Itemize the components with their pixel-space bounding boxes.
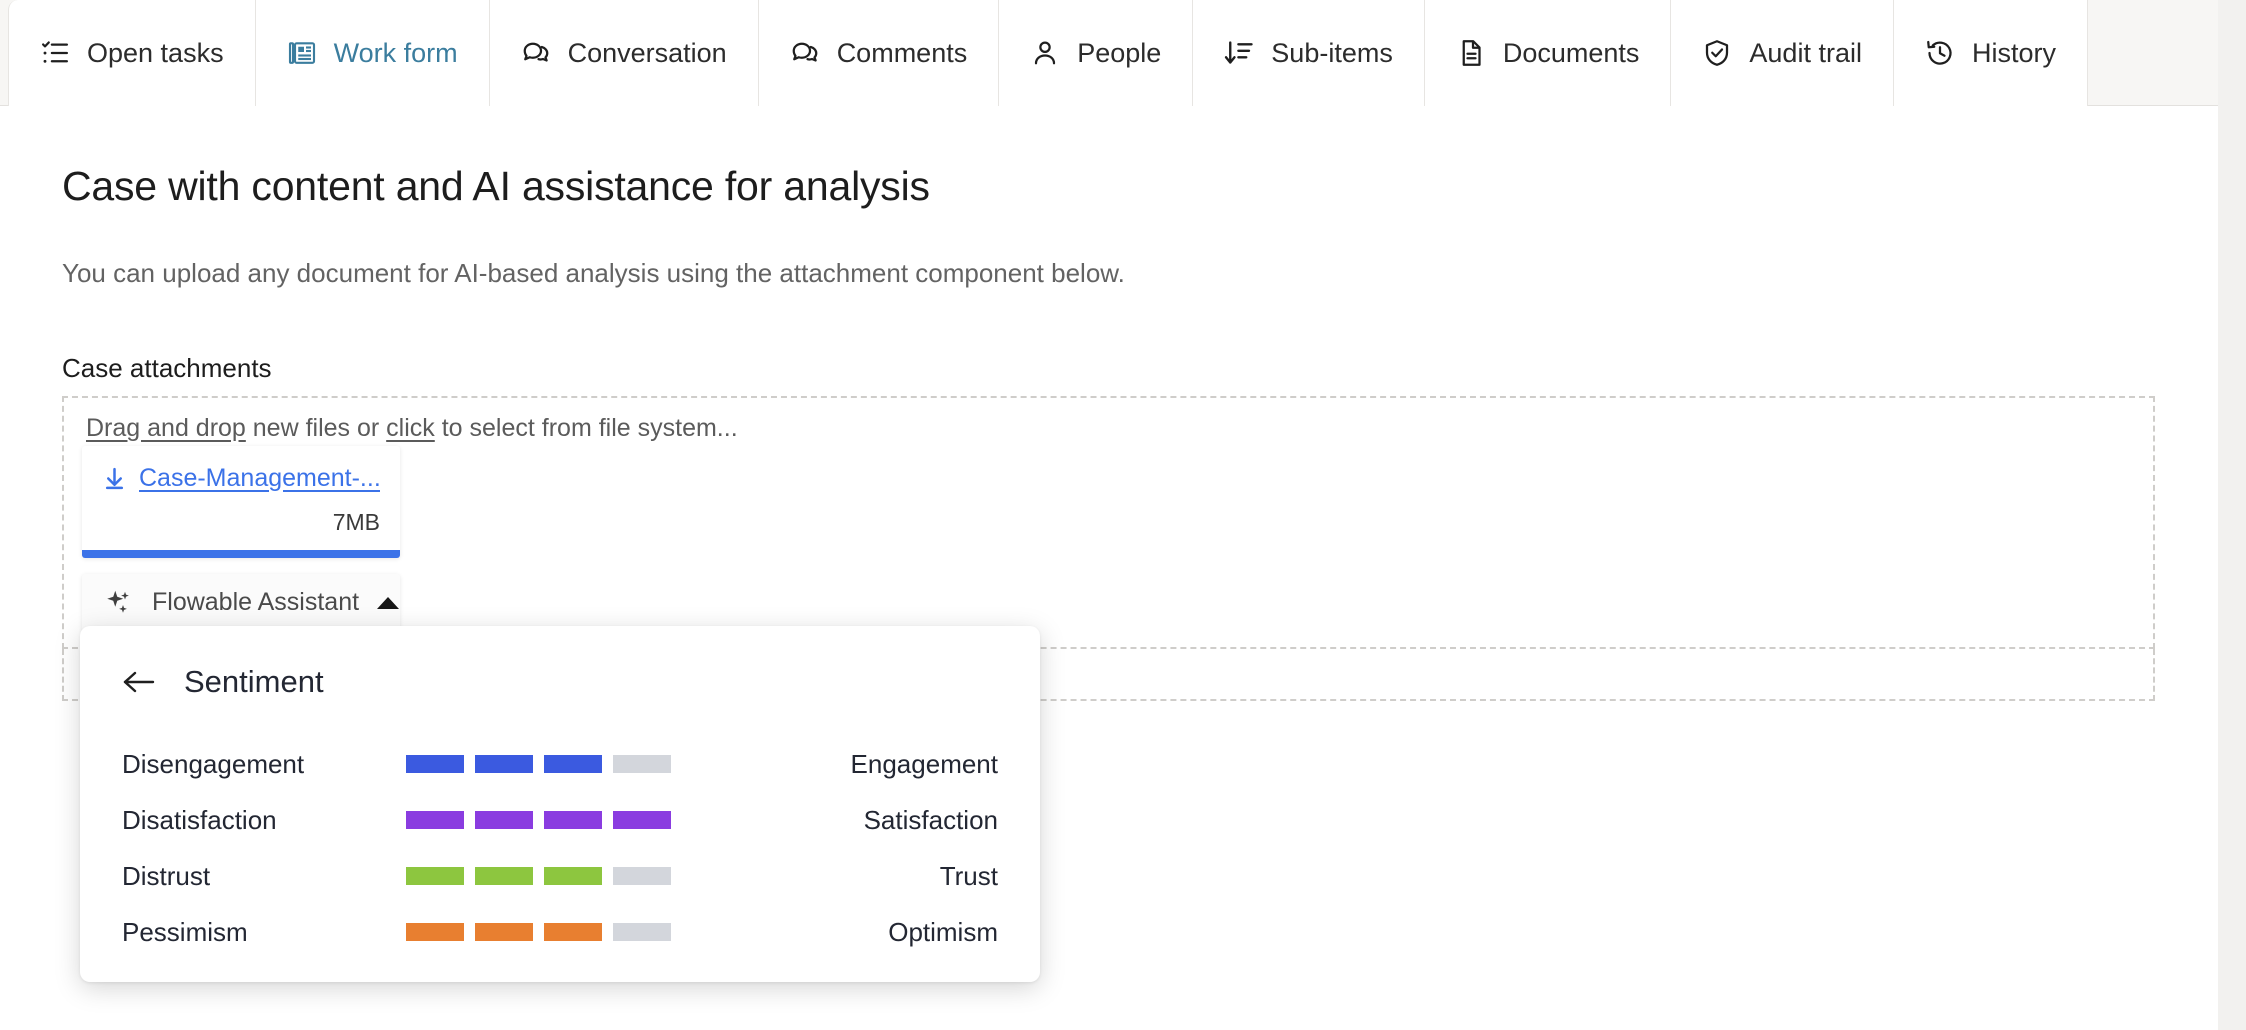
- tab-label: Conversation: [568, 38, 727, 69]
- tab-sub-items[interactable]: Sub-items: [1193, 0, 1425, 106]
- tab-label: Work form: [334, 38, 458, 69]
- sentiment-segment-filled: [544, 755, 602, 773]
- sentiment-segment-filled: [544, 923, 602, 941]
- sentiment-row: Disengagement Engagement: [80, 736, 1040, 792]
- sentiment-row: Disatisfaction Satisfaction: [80, 792, 1040, 848]
- sentiment-segment-filled: [613, 811, 671, 829]
- sentiment-segment-filled: [475, 811, 533, 829]
- flowable-assistant-label: Flowable Assistant: [152, 588, 359, 617]
- tab-label: People: [1077, 38, 1161, 69]
- sentiment-positive-label: Trust: [671, 861, 998, 892]
- tab-audit-trail[interactable]: Audit trail: [1671, 0, 1894, 106]
- tab-documents[interactable]: Documents: [1425, 0, 1672, 106]
- sentiment-segment-filled: [544, 811, 602, 829]
- sentiment-segment-empty: [613, 923, 671, 941]
- sentiment-panel-title: Sentiment: [184, 664, 324, 700]
- tab-open-tasks[interactable]: Open tasks: [8, 0, 256, 106]
- attachment-file-row: Case-Management-...: [102, 464, 380, 493]
- sentiment-negative-label: Pessimism: [122, 917, 374, 948]
- sentiment-positive-label: Engagement: [671, 749, 998, 780]
- download-arrow-icon[interactable]: [102, 466, 127, 491]
- arrow-left-icon[interactable]: [122, 669, 156, 695]
- sentiment-negative-label: Distrust: [122, 861, 374, 892]
- sentiment-rows: Disengagement Engagement Disatisfaction Sat…: [80, 736, 1040, 960]
- attachment-upload-progress-fill: [82, 550, 400, 558]
- sentiment-segment-filled: [475, 867, 533, 885]
- tab-label: Documents: [1503, 38, 1640, 69]
- tab-label: Sub-items: [1271, 38, 1393, 69]
- sentiment-negative-label: Disengagement: [122, 749, 374, 780]
- chat-bubbles-icon: [521, 38, 551, 68]
- file-dropzone[interactable]: Drag and drop new files or click to sele…: [62, 396, 2155, 649]
- sentiment-positive-label: Satisfaction: [671, 805, 998, 836]
- sentiment-meter: [406, 811, 671, 829]
- tab-conversation[interactable]: Conversation: [490, 0, 759, 106]
- sentiment-segment-filled: [475, 755, 533, 773]
- dropzone-hint-end: to select from file system...: [435, 414, 738, 442]
- chat-bubbles-icon: [790, 38, 820, 68]
- dropzone-hint-text: Drag and drop new files or click to sele…: [86, 414, 738, 443]
- tab-label: Comments: [837, 38, 968, 69]
- list-check-icon: [40, 38, 70, 68]
- click-select-link[interactable]: click: [386, 414, 435, 442]
- tab-work-form[interactable]: Work form: [256, 0, 490, 106]
- page-title: Case with content and AI assistance for …: [62, 162, 2218, 211]
- sentiment-segment-empty: [613, 755, 671, 773]
- person-icon: [1030, 38, 1060, 68]
- tab-history[interactable]: History: [1894, 0, 2088, 106]
- sentiment-negative-label: Disatisfaction: [122, 805, 374, 836]
- tab-label: Open tasks: [87, 38, 224, 69]
- tab-comments[interactable]: Comments: [759, 0, 1000, 106]
- sparkle-icon: [104, 588, 134, 618]
- sentiment-panel-header: Sentiment: [80, 626, 1040, 700]
- history-icon: [1925, 38, 1955, 68]
- sentiment-meter: [406, 923, 671, 941]
- form-icon: [287, 38, 317, 68]
- tab-label: Audit trail: [1749, 38, 1862, 69]
- document-icon: [1456, 38, 1486, 68]
- dropzone-hint-mid: new files or: [246, 414, 386, 442]
- tab-people[interactable]: People: [999, 0, 1193, 106]
- sentiment-segment-filled: [406, 811, 464, 829]
- sentiment-segment-filled: [475, 923, 533, 941]
- sentiment-segment-filled: [406, 923, 464, 941]
- sentiment-segment-filled: [406, 867, 464, 885]
- sentiment-row: Pessimism Optimism: [80, 904, 1040, 960]
- drag-and-drop-link[interactable]: Drag and drop: [86, 414, 246, 442]
- tab-bar: Open tasks Work form Conversation Comments P…: [0, 0, 2218, 106]
- sentiment-positive-label: Optimism: [671, 917, 998, 948]
- sentiment-segment-empty: [613, 867, 671, 885]
- sentiment-meter: [406, 755, 671, 773]
- tab-label: History: [1972, 38, 2056, 69]
- attachments-section-label: Case attachments: [62, 353, 2218, 384]
- flowable-assistant-button[interactable]: Flowable Assistant: [82, 574, 400, 632]
- attachment-upload-progress: [82, 550, 400, 558]
- page-description: You can upload any document for AI-based…: [62, 257, 2218, 291]
- sentiment-row: Distrust Trust: [80, 848, 1040, 904]
- sort-down-icon: [1224, 38, 1254, 68]
- app-window: Open tasks Work form Conversation Comments P…: [0, 0, 2218, 1030]
- sentiment-segment-filled: [406, 755, 464, 773]
- sentiment-panel: Sentiment Disengagement Engagement Disatis…: [80, 626, 1040, 982]
- shield-check-icon: [1702, 38, 1732, 68]
- sentiment-meter: [406, 867, 671, 885]
- attachment-file-size: 7MB: [102, 509, 380, 550]
- attachment-file-card[interactable]: Case-Management-... 7MB: [82, 446, 400, 558]
- attachment-file-name[interactable]: Case-Management-...: [139, 464, 380, 493]
- sentiment-segment-filled: [544, 867, 602, 885]
- chevron-up-icon[interactable]: [377, 597, 399, 609]
